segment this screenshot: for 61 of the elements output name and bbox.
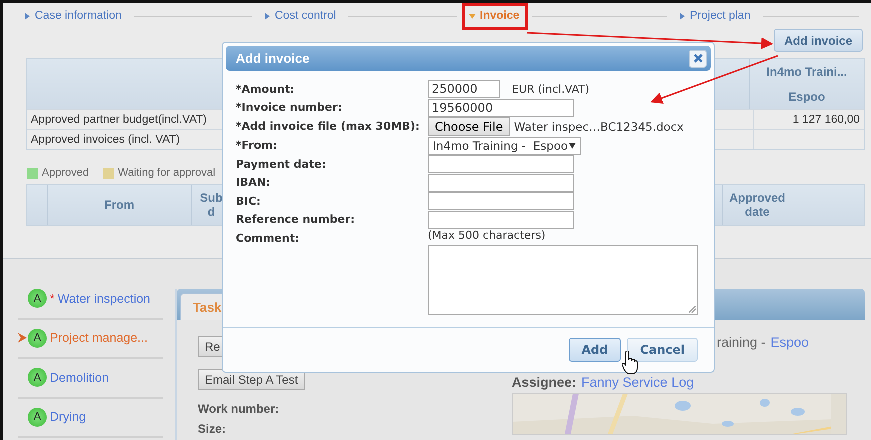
input-field[interactable]: 19560000 <box>428 98 574 116</box>
nav-tab[interactable]: Project plan <box>679 10 751 22</box>
dropdown-arrow-icon <box>569 142 576 148</box>
required-mark: * <box>50 292 55 306</box>
nav-tab[interactable]: Cost control <box>264 10 336 22</box>
assignee-link[interactable]: Fanny Service Log <box>582 375 694 390</box>
nav-tab[interactable]: Case information <box>24 10 122 22</box>
legend-label: Approved <box>42 167 90 179</box>
field-label: IBAN: <box>236 175 272 191</box>
field-label: *Amount: <box>236 82 296 98</box>
column-header: Approved date <box>722 185 792 225</box>
input-field[interactable] <box>428 210 574 228</box>
legend-label: Waiting for approval <box>118 167 216 179</box>
field-label: Reference number: <box>236 212 356 228</box>
step-label: Demolition <box>50 370 110 385</box>
input-field[interactable] <box>428 192 574 210</box>
highlight-box <box>462 4 528 30</box>
customer-text: raining - <box>717 335 766 350</box>
table-cell: Approved invoices (incl. VAT) <box>31 134 180 146</box>
column-header: From <box>47 185 191 225</box>
add-invoice-button[interactable]: Add invoice <box>774 29 863 52</box>
field-label: *Invoice number: <box>236 100 344 116</box>
customer-link[interactable]: Espoo <box>770 335 810 350</box>
input-field[interactable] <box>428 174 574 192</box>
status-badge: A <box>28 328 47 348</box>
dialog-title: Add invoice <box>236 51 310 66</box>
dialog-button[interactable]: Cancel <box>627 338 698 362</box>
close-button[interactable] <box>689 50 707 68</box>
step-label: Drying <box>50 410 86 424</box>
caret-icon <box>24 12 31 20</box>
chevron-icon <box>18 333 27 344</box>
step-label: Project manage... <box>50 331 148 346</box>
nav-tab[interactable]: Invoice <box>469 10 520 22</box>
caret-icon <box>264 12 271 20</box>
comment-textarea[interactable] <box>428 245 698 315</box>
field-label: *Add invoice file (max 30MB): <box>236 118 421 134</box>
status-badge: A <box>28 408 47 427</box>
field-label: Size: <box>198 422 226 436</box>
caret-icon <box>679 12 686 20</box>
caret-icon <box>469 12 476 20</box>
from-dropdown[interactable]: In4mo Training - Espoo <box>428 136 581 154</box>
table-cell: 1 127 160,00 <box>792 114 860 126</box>
close-icon <box>694 54 702 63</box>
field-label: Comment: <box>236 230 301 246</box>
field-label: *From: <box>236 138 278 154</box>
field-label: Payment date: <box>236 156 328 172</box>
choose-file-button[interactable]: Choose File <box>428 117 510 136</box>
step-label: Water inspection <box>58 292 151 306</box>
dialog-button[interactable]: Add <box>568 338 622 362</box>
input-field[interactable] <box>428 155 574 173</box>
file-name: Water inspec…BC12345.docx <box>514 120 684 134</box>
input-field[interactable]: 250000 <box>428 80 500 98</box>
resize-grip-icon <box>689 306 696 313</box>
table-cell: Approved partner budget(incl.VAT) <box>31 114 207 126</box>
unit-label: EUR (incl.VAT) <box>512 82 590 96</box>
field-label: BIC: <box>236 194 262 210</box>
status-badge: A <box>28 289 47 308</box>
hint-text: (Max 500 characters) <box>428 229 547 244</box>
status-badge: A <box>28 368 47 388</box>
assignee-label: Assignee: <box>512 375 577 390</box>
field-label: Work number: <box>198 402 280 416</box>
